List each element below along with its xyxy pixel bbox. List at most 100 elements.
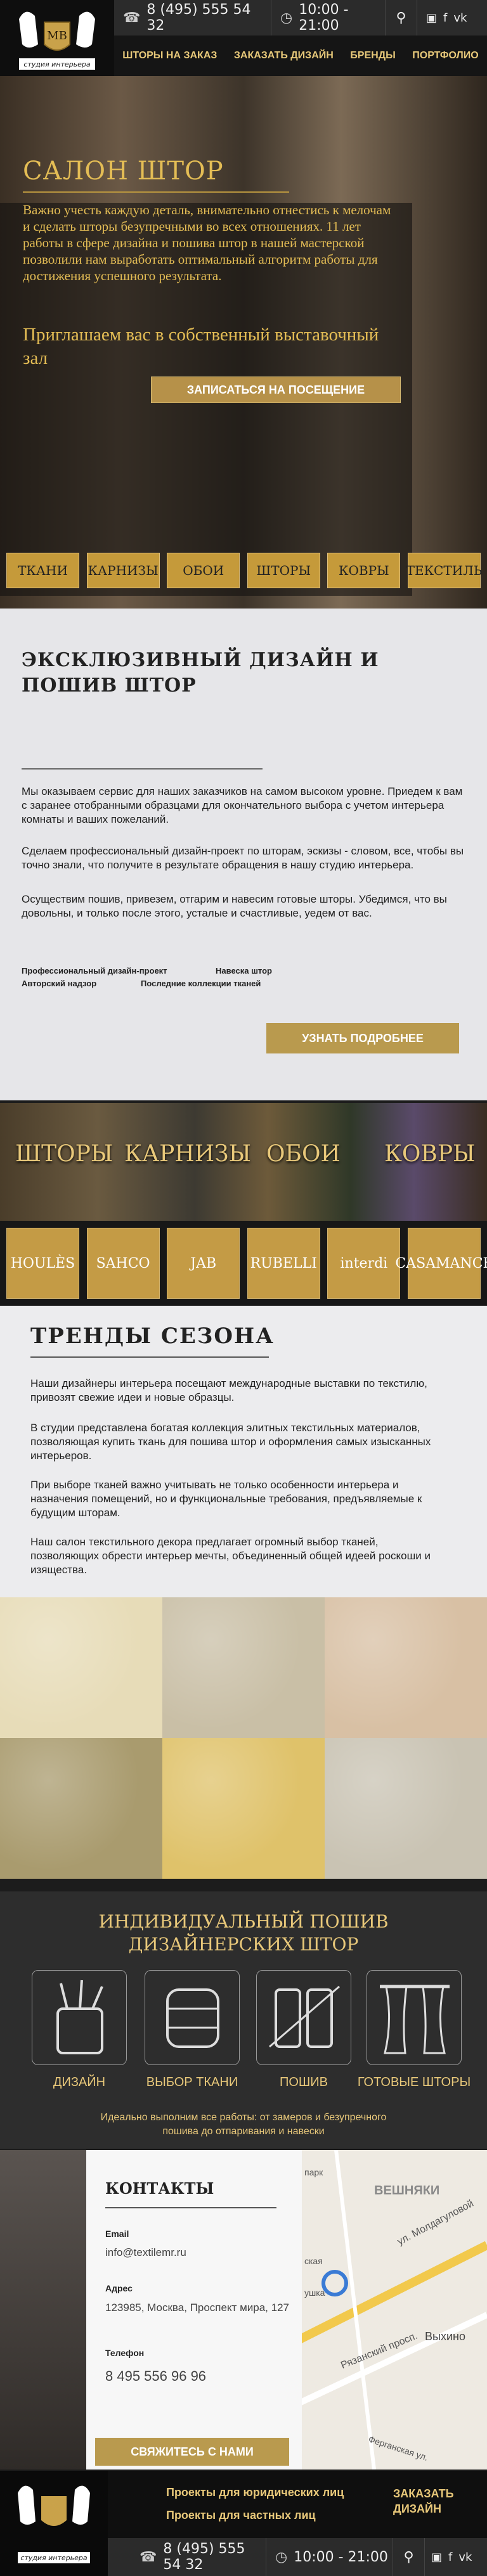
contact-bar: ☎ 8 (495) 555 54 32 ◷ 10:00 - 21:00 ⚲ ▣ … — [114, 0, 487, 35]
feature-design-project: Профессиональный дизайн-проект — [22, 966, 167, 976]
contacts-panel: КОНТАКТЫ Email info@textilemr.ru Адрес 1… — [86, 2150, 302, 2470]
design-paragraph-2: Сделаем профессиональный дизайн-проект п… — [22, 845, 464, 871]
address-label: Адрес — [105, 2283, 133, 2293]
facebook-icon[interactable]: f — [448, 2551, 452, 2564]
category-cornices[interactable]: КАРНИЗЫ — [86, 553, 160, 588]
contact-us-button[interactable]: СВЯЖИТЕСЬ С НАМИ — [95, 2438, 289, 2466]
footer-hours: ◷ 10:00 - 21:00 — [266, 2538, 393, 2576]
contacts-title: КОНТАКТЫ — [105, 2179, 214, 2198]
category-fabrics[interactable]: ТКАНИ — [6, 553, 79, 588]
design-paragraph-3: Осуществим пошив, привезем, отгарим и на… — [22, 893, 447, 919]
phone-icon: ☎ — [123, 10, 141, 26]
step-label-ready: ГОТОВЫЕ ШТОРЫ — [357, 2075, 471, 2089]
step-label-design: ДИЗАЙН — [53, 2075, 106, 2089]
ready-curtains-icon — [367, 1970, 462, 2065]
contacts-divider — [105, 2207, 276, 2208]
footer-social-icons: ▣ f vk — [425, 2551, 472, 2564]
learn-more-button[interactable]: УЗНАТЬ ПОДРОБНЕЕ — [266, 1023, 459, 1053]
photo-label-cornices[interactable]: КАРНИЗЫ — [124, 1141, 251, 1167]
map[interactable]: ВЕШНЯКИ ул. Молдагуловой Выхино Рязански… — [295, 2149, 487, 2470]
email-link[interactable]: info@textilemr.ru — [105, 2246, 186, 2259]
category-wallpaper[interactable]: ОБОИ — [167, 553, 240, 588]
location-icon[interactable]: ⚲ — [386, 0, 417, 35]
logo-tagline: студия интерьера — [19, 58, 95, 70]
vk-icon[interactable]: vk — [458, 2551, 472, 2564]
fabric-swatch-3[interactable] — [325, 1597, 487, 1738]
clock-icon: ◷ — [275, 2549, 288, 2565]
trends-paragraph-2: В студии представлена богатая коллекция … — [30, 1422, 431, 1462]
book-visit-button[interactable]: ЗАПИСАТЬСЯ НА ПОСЕЩЕНИЕ — [151, 377, 401, 403]
brands-row: HOULÈS SAHCO JAB RUBELLI interdi CASAMAN… — [0, 1221, 487, 1306]
step-label-fabric: ВЫБОР ТКАНИ — [146, 2075, 238, 2089]
service-note: Идеально выполним все работы: от замеров… — [100, 2112, 387, 2137]
brand-interdi[interactable]: interdi — [327, 1228, 401, 1299]
logo-mark: МВ — [47, 29, 67, 42]
site-header: МВ студия интерьера ☎ 8 (495) 555 54 32 … — [0, 0, 487, 76]
nav-item-curtains[interactable]: ШТОРЫ НА ЗАКАЗ — [122, 50, 217, 61]
footer-logo[interactable]: студия интерьера — [0, 2471, 108, 2576]
fabric-swatch-1[interactable] — [0, 1597, 162, 1738]
brand-jab[interactable]: JAB — [167, 1228, 240, 1299]
category-textile[interactable]: ТЕКСТИЛЬ — [406, 553, 482, 588]
footer-logo-tagline: студия интерьера — [18, 2552, 90, 2563]
instagram-icon[interactable]: ▣ — [426, 11, 437, 25]
map-label-park: парк — [304, 2167, 323, 2177]
fabric-swatch-5[interactable] — [162, 1738, 325, 1879]
footer-link-private[interactable]: Проекты для частных лиц — [166, 2509, 316, 2522]
hero-invite: Приглашаем вас в собственный выставочный… — [23, 325, 379, 368]
category-row: ТКАНИ КАРНИЗЫ ОБОИ ШТОРЫ КОВРЫ ТЕКСТИЛЬ — [0, 540, 487, 601]
hero-title: САЛОН ШТОР — [23, 157, 224, 186]
fabric-swatch-4[interactable] — [0, 1738, 162, 1879]
site-footer: студия интерьера Проекты для юридических… — [0, 2471, 487, 2576]
nav-item-portfolio[interactable]: ПОРТФОЛИО — [412, 50, 478, 61]
brand-rubelli[interactable]: RUBELLI — [247, 1228, 320, 1299]
footer-order-design[interactable]: ЗАКАЗАТЬ ДИЗАЙН — [393, 2486, 469, 2516]
brand-sahco[interactable]: SAHCO — [86, 1228, 160, 1299]
design-divider — [22, 768, 263, 770]
nav-item-order-design[interactable]: ЗАКАЗАТЬ ДИЗАЙН — [234, 50, 334, 61]
facebook-icon[interactable]: f — [443, 11, 447, 25]
map-label-veshnyaki: ВЕШНЯКИ — [374, 2184, 439, 2198]
logo[interactable]: МВ студия интерьера — [0, 0, 114, 76]
location-icon[interactable]: ⚲ — [393, 2538, 425, 2576]
map-label-vykhino: Выхино — [425, 2330, 465, 2343]
category-carpets[interactable]: КОВРЫ — [327, 553, 401, 588]
brand-casamance[interactable]: CASAMANCE — [395, 1228, 487, 1299]
brand-houles[interactable]: HOULÈS — [6, 1228, 79, 1299]
design-section: ЭКСКЛЮЗИВНЫЙ ДИЗАЙН И ПОШИВ ШТОР Мы оказ… — [0, 609, 487, 1100]
email-label: Email — [105, 2229, 129, 2239]
header-hours: ◷ 10:00 - 21:00 — [271, 0, 386, 35]
main-nav: ШТОРЫ НА ЗАКАЗ ЗАКАЗАТЬ ДИЗАЙН БРЕНДЫ ПО… — [114, 35, 487, 76]
vk-icon[interactable]: vk — [453, 11, 467, 25]
trends-paragraph-1: Наши дизайнеры интерьера посещают междун… — [30, 1377, 427, 1403]
feature-collections: Последние коллекции тканей — [141, 979, 261, 988]
nav-item-brands[interactable]: БРЕНДЫ — [350, 50, 395, 61]
footer-phone[interactable]: ☎ 8 (495) 555 54 32 — [108, 2538, 266, 2576]
fabric-swatch-2[interactable] — [162, 1597, 325, 1738]
footer-link-legal[interactable]: Проекты для юридических лиц — [166, 2486, 344, 2499]
trends-paragraph-3: При выборе тканей важно учитывать не тол… — [30, 1479, 422, 1519]
category-curtains[interactable]: ШТОРЫ — [247, 553, 320, 588]
photo-label-curtains[interactable]: ШТОРЫ — [15, 1141, 113, 1167]
phone-icon: ☎ — [140, 2549, 157, 2565]
header-phone[interactable]: ☎ 8 (495) 555 54 32 — [114, 0, 271, 35]
instagram-icon[interactable]: ▣ — [431, 2551, 442, 2564]
hero-text: Важно учесть каждую деталь, внимательно … — [23, 202, 391, 283]
photo-label-wallpaper[interactable]: ОБОИ — [266, 1141, 341, 1167]
feature-supervision: Авторский надзор — [22, 979, 97, 988]
feature-hanging: Навеска штор — [216, 966, 272, 976]
photo-label-carpets[interactable]: КОВРЫ — [384, 1141, 475, 1167]
design-paragraph-1: Мы оказываем сервис для наших заказчиков… — [22, 785, 463, 825]
contact-phone[interactable]: 8 495 556 96 96 — [105, 2368, 206, 2385]
design-step-icon — [32, 1970, 127, 2065]
fabric-choice-icon — [145, 1970, 240, 2065]
fabric-swatch-6[interactable] — [325, 1738, 487, 1879]
trends-divider — [30, 1356, 269, 1358]
hero-divider — [23, 191, 289, 193]
map-label-skaya: ская — [304, 2256, 323, 2266]
footer-contact-bar: ☎ 8 (495) 555 54 32 ◷ 10:00 - 21:00 ⚲ ▣ f … — [108, 2538, 487, 2576]
trends-section: ТРЕНДЫ СЕЗОНА Наши дизайнеры интерьера п… — [0, 1306, 487, 1597]
service-title: ИНДИВИДУАЛЬНЫЙ ПОШИВ ДИЗАЙНЕРСКИХ ШТОР — [98, 1911, 389, 1955]
trends-title: ТРЕНДЫ СЕЗОНА — [30, 1323, 275, 1349]
clock-icon: ◷ — [280, 10, 293, 26]
